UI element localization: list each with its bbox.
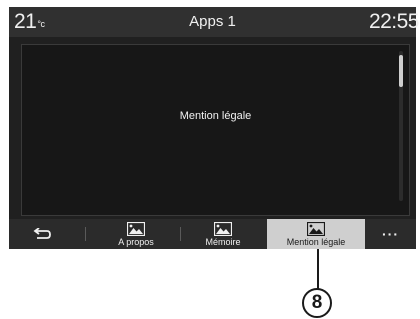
tab-mention-legale[interactable]: Mention légale — [267, 219, 365, 249]
image-icon — [307, 222, 325, 236]
callout-line — [317, 249, 319, 291]
image-icon — [214, 222, 232, 236]
infotainment-screen: 21°c Apps 1 22:55 Mention légale A propo… — [9, 7, 420, 249]
callout-number: 8 — [302, 288, 332, 318]
tab-memoire[interactable]: Mémoire — [181, 219, 265, 249]
more-button[interactable]: ··· — [365, 219, 416, 249]
content-text: Mention légale — [179, 110, 252, 122]
content-panel: Mention légale — [21, 44, 410, 216]
image-icon — [127, 222, 145, 236]
scrollbar[interactable] — [399, 51, 403, 201]
back-arrow-icon — [33, 227, 51, 239]
status-bar: 21°c Apps 1 22:55 — [9, 7, 420, 37]
back-button[interactable] — [9, 219, 75, 249]
bottom-toolbar: A propos Mémoire Mention légale ··· — [9, 219, 416, 249]
tab-label: A propos — [118, 237, 154, 247]
tab-label: Mention légale — [286, 237, 346, 247]
divider — [85, 227, 86, 241]
more-icon: ··· — [382, 226, 399, 242]
clock: 22:55 — [368, 10, 420, 33]
tab-a-propos[interactable]: A propos — [93, 219, 179, 249]
tab-label: Mémoire — [205, 237, 241, 247]
callout-label: 8 — [311, 292, 323, 313]
scrollbar-thumb[interactable] — [399, 55, 403, 87]
page-title: Apps 1 — [189, 13, 236, 30]
